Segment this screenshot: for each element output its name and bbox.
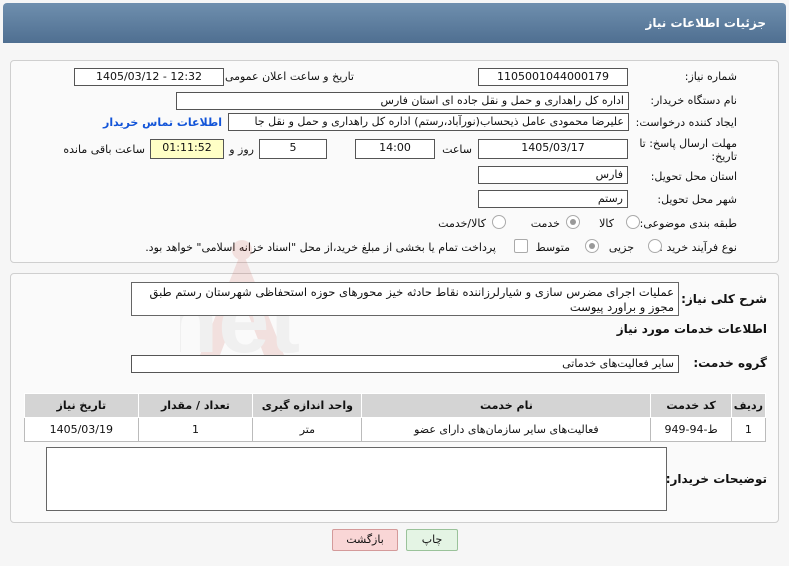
category-radio-service[interactable] (566, 215, 580, 229)
services-title: اطلاعات خدمات مورد نیاز (616, 322, 767, 336)
days-label: روز و (229, 143, 254, 156)
col-row: ردیف (730, 393, 767, 418)
buyer-notes-label: توضیحات خریدار: (665, 472, 767, 486)
city-field: رستم (478, 190, 628, 208)
col-service-name: نام خدمت (361, 393, 652, 418)
announce-date-field: 1405/03/12 - 12:32 (74, 68, 224, 86)
description-label: شرح کلی نیاز: (681, 292, 767, 306)
treasury-checkbox[interactable] (514, 239, 528, 253)
creator-field: علیرضا محمودی عامل ذیحساب(نورآباد،رستم) … (228, 113, 629, 131)
col-service-code: کد خدمت (650, 393, 732, 418)
process-radio-minor[interactable] (648, 239, 662, 253)
service-group-label: گروه خدمت: (693, 356, 767, 370)
process-radio-medium[interactable] (585, 239, 599, 253)
need-number-field: 1105001044000179 (478, 68, 628, 86)
col-quantity: تعداد / مقدار (137, 393, 254, 418)
category-radio-goods-service[interactable] (492, 215, 506, 229)
category-option-goods-service: کالا/خدمت (438, 217, 486, 230)
back-button[interactable]: بازگشت (332, 529, 398, 551)
print-button[interactable]: چاپ (406, 529, 458, 551)
category-radio-goods[interactable] (626, 215, 640, 229)
page-header: جزئیات اطلاعات نیاز (3, 3, 786, 43)
category-option-service: خدمت (530, 217, 560, 230)
cell-need-date: 1405/03/19 (24, 417, 139, 442)
deadline-time-label: ساعت (442, 143, 472, 156)
days-remaining-field: 5 (259, 139, 327, 159)
col-need-date: تاریخ نیاز (24, 393, 139, 418)
remaining-time-field: 01:11:52 (150, 139, 224, 159)
deadline-label: مهلت ارسال پاسخ: تا تاریخ: (639, 137, 737, 163)
services-table-header: ردیف کد خدمت نام خدمت واحد اندازه گیری ت… (24, 393, 767, 418)
table-row: 1 ط-94-949 فعالیت‌های سایر سازمان‌های دا… (24, 417, 767, 442)
page-title: جزئیات اطلاعات نیاز (645, 16, 766, 30)
deadline-time-field: 14:00 (355, 139, 435, 159)
process-label: نوع فرآیند خرید : (659, 241, 737, 254)
col-unit: واحد اندازه گیری (252, 393, 363, 418)
services-table: ردیف کد خدمت نام خدمت واحد اندازه گیری ت… (24, 393, 767, 442)
category-label: طبقه بندی موضوعی: (639, 217, 737, 230)
description-textarea: عملیات اجرای مضرس سازی و شیارلرزاننده نق… (131, 282, 679, 316)
deadline-date-field: 1405/03/17 (478, 139, 628, 159)
buyer-org-field: اداره کل راهداری و حمل و نقل جاده ای است… (176, 92, 629, 110)
process-option-minor: جزیی (608, 241, 634, 254)
buyer-org-label: نام دستگاه خریدار: (650, 94, 737, 107)
buyer-contact-link[interactable]: اطلاعات تماس خریدار (103, 116, 222, 129)
treasury-note: پرداخت تمام یا بخشی از مبلغ خرید،از محل … (145, 241, 496, 254)
service-group-field: سایر فعالیت‌های خدماتی (131, 355, 679, 373)
cell-quantity: 1 (137, 417, 254, 442)
province-field: فارس (478, 166, 628, 184)
remaining-time-label: ساعت باقی مانده (63, 143, 145, 156)
province-label: استان محل تحویل: (650, 170, 737, 183)
cell-service-code: ط-94-949 (650, 417, 732, 442)
city-label: شهر محل تحویل: (657, 193, 737, 206)
buyer-notes-textarea (46, 447, 667, 511)
category-option-goods: کالا (599, 217, 614, 230)
need-number-label: شماره نیاز: (684, 70, 737, 83)
cell-row: 1 (730, 417, 767, 442)
creator-label: ایجاد کننده درخواست: (635, 116, 737, 129)
cell-service-name: فعالیت‌های سایر سازمان‌های دارای عضو (361, 417, 652, 442)
announce-label: تاریخ و ساعت اعلان عمومی: (221, 70, 354, 83)
process-option-medium: متوسط (535, 241, 570, 254)
cell-unit: متر (252, 417, 363, 442)
